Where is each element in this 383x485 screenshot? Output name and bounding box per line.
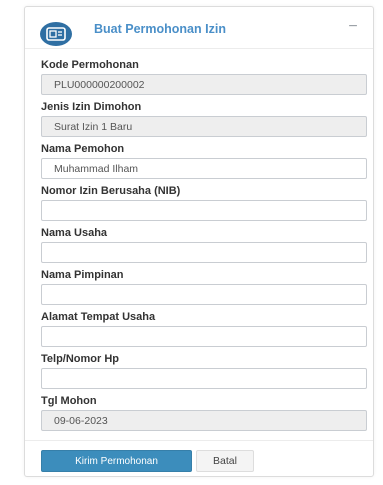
jenis-izin-field[interactable] [41, 116, 367, 137]
nama-pemohon-field[interactable] [41, 158, 367, 179]
nib-label: Nomor Izin Berusaha (NIB) [41, 185, 181, 197]
jenis-izin-label: Jenis Izin Dimohon [41, 101, 142, 113]
footer-divider [25, 440, 373, 441]
batal-button[interactable]: Batal [196, 450, 254, 472]
permohonan-panel: Buat Permohonan Izin − Kode Permohonan J… [24, 6, 374, 477]
nama-usaha-label: Nama Usaha [41, 227, 108, 239]
tgl-mohon-field[interactable] [41, 410, 367, 431]
kirim-permohonan-button[interactable]: Kirim Permohonan [41, 450, 192, 472]
nama-pimpinan-label: Nama Pimpinan [41, 269, 124, 281]
tgl-mohon-label: Tgl Mohon [41, 395, 97, 407]
kode-permohonan-field[interactable] [41, 74, 367, 95]
collapse-button[interactable]: − [345, 19, 361, 35]
panel-header: Buat Permohonan Izin − [25, 7, 373, 49]
nama-pemohon-label: Nama Pemohon [41, 143, 125, 155]
alamat-usaha-field[interactable] [41, 326, 367, 347]
kode-permohonan-label: Kode Permohonan [41, 59, 139, 71]
nib-field[interactable] [41, 200, 367, 221]
panel-title: Buat Permohonan Izin [94, 22, 226, 36]
telp-field[interactable] [41, 368, 367, 389]
nama-usaha-field[interactable] [41, 242, 367, 263]
alamat-usaha-label: Alamat Tempat Usaha [41, 311, 156, 323]
telp-label: Telp/Nomor Hp [41, 353, 120, 365]
id-card-icon [40, 22, 72, 46]
nama-pimpinan-field[interactable] [41, 284, 367, 305]
